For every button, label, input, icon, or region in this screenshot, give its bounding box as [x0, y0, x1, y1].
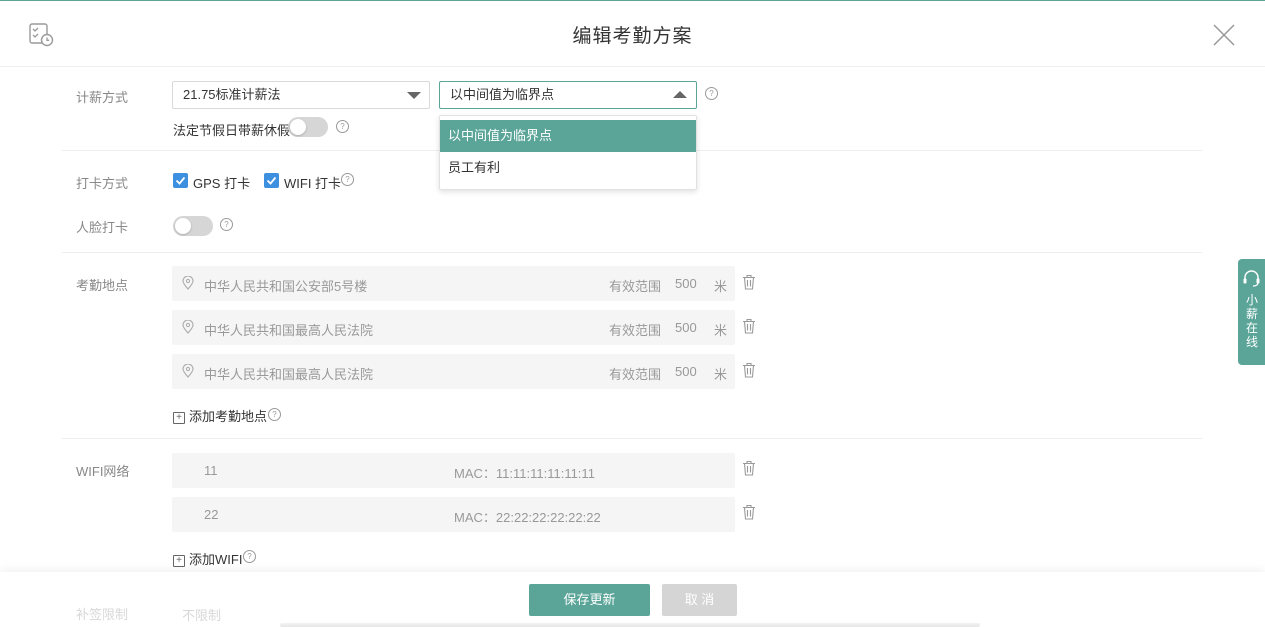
check-icon [266, 176, 277, 185]
holiday-toggle[interactable] [288, 117, 328, 137]
holiday-label: 法定节假日带薪休假 [173, 123, 291, 138]
dialog-title: 编辑考勤方案 [572, 26, 693, 47]
toggle-knob [175, 218, 191, 234]
location-row: 中华人民共和国公安部5号楼 有效范围 500 米 [172, 266, 735, 301]
online-support-tab[interactable]: 小薪在线 [1238, 259, 1265, 365]
range-label: 有效范围 [609, 367, 662, 382]
chevron-down-icon [407, 92, 421, 99]
help-icon[interactable]: ? [268, 408, 281, 421]
help-icon[interactable]: ? [243, 550, 256, 563]
check-icon [175, 176, 186, 185]
section-divider [62, 252, 1202, 253]
wifi-mac: MAC：22:22:22:22:22:22 [454, 510, 601, 525]
help-icon[interactable]: ? [705, 87, 718, 100]
dropdown-option[interactable]: 以中间值为临界点 [440, 120, 696, 152]
wifi-network-label: WIFI网络 [76, 464, 130, 479]
plus-square-icon: + [173, 555, 185, 567]
range-label: 有效范围 [609, 279, 662, 294]
section-divider [62, 438, 1202, 439]
face-punch-label: 人脸打卡 [76, 220, 129, 235]
trash-icon[interactable] [742, 504, 756, 520]
salary-method-select[interactable]: 21.75标准计薪法 [172, 81, 430, 109]
range-unit: 米 [714, 323, 728, 338]
toggle-knob [290, 119, 306, 135]
add-location-button[interactable]: + 添加考勤地点 [173, 406, 267, 425]
wifi-row: 22 MAC：22:22:22:22:22:22 [172, 497, 735, 532]
location-address: 中华人民共和国最高人民法院 [204, 367, 374, 382]
salary-method-value: 21.75标准计薪法 [183, 87, 281, 102]
location-address: 中华人民共和国公安部5号楼 [204, 279, 368, 294]
add-wifi-label: 添加WIFI [189, 552, 243, 567]
plus-square-icon: + [173, 412, 185, 424]
dialog-header: 编辑考勤方案 [0, 1, 1265, 67]
gps-label: GPS 打卡 [193, 176, 251, 191]
wifi-checkbox[interactable] [264, 173, 279, 188]
range-value[interactable]: 500 [675, 364, 697, 379]
range-unit: 米 [714, 367, 728, 382]
headset-icon [1243, 270, 1260, 287]
range-value[interactable]: 500 [675, 320, 697, 335]
gps-checkbox[interactable] [173, 173, 188, 188]
trash-icon[interactable] [742, 460, 756, 476]
sign-limit-value: 不限制 [182, 608, 222, 623]
add-location-label: 添加考勤地点 [189, 409, 268, 424]
location-pin-icon [182, 276, 194, 290]
help-icon[interactable]: ? [220, 218, 233, 231]
trash-icon[interactable] [742, 362, 756, 378]
threshold-value: 以中间值为临界点 [450, 87, 555, 102]
location-row: 中华人民共和国最高人民法院 有效范围 500 米 [172, 354, 735, 389]
threshold-select[interactable]: 以中间值为临界点 [439, 81, 697, 109]
close-icon[interactable] [1212, 23, 1236, 47]
threshold-dropdown-menu: 以中间值为临界点 员工有利 [439, 115, 697, 190]
range-unit: 米 [714, 279, 728, 294]
trash-icon[interactable] [742, 274, 756, 290]
range-label: 有效范围 [609, 323, 662, 338]
location-pin-icon [182, 320, 194, 334]
wifi-punch-label: WIFI 打卡 [284, 176, 342, 191]
wifi-name: 11 [204, 463, 218, 478]
sign-limit-label: 补签限制 [76, 607, 129, 622]
salary-method-label: 计薪方式 [76, 90, 129, 105]
wifi-row: 11 MAC：11:11:11:11:11:11 [172, 453, 735, 488]
wifi-mac: MAC：11:11:11:11:11:11 [454, 466, 595, 481]
chevron-up-icon [673, 91, 687, 98]
dropdown-option[interactable]: 员工有利 [440, 152, 696, 184]
location-address: 中华人民共和国最高人民法院 [204, 323, 374, 338]
cancel-button[interactable]: 取 消 [662, 584, 737, 616]
save-button[interactable]: 保存更新 [529, 584, 650, 616]
help-icon[interactable]: ? [336, 120, 349, 133]
range-value[interactable]: 500 [675, 276, 697, 291]
location-pin-icon [182, 364, 194, 378]
locations-label: 考勤地点 [76, 278, 129, 293]
face-punch-toggle[interactable] [173, 216, 213, 236]
wifi-name: 22 [204, 507, 219, 522]
footer-shadow [280, 623, 980, 627]
online-support-label: 小薪在线 [1245, 293, 1258, 349]
add-wifi-button[interactable]: + 添加WIFI [173, 549, 242, 568]
punch-method-label: 打卡方式 [76, 176, 129, 191]
location-row: 中华人民共和国最高人民法院 有效范围 500 米 [172, 310, 735, 345]
help-icon[interactable]: ? [341, 173, 354, 186]
trash-icon[interactable] [742, 318, 756, 334]
